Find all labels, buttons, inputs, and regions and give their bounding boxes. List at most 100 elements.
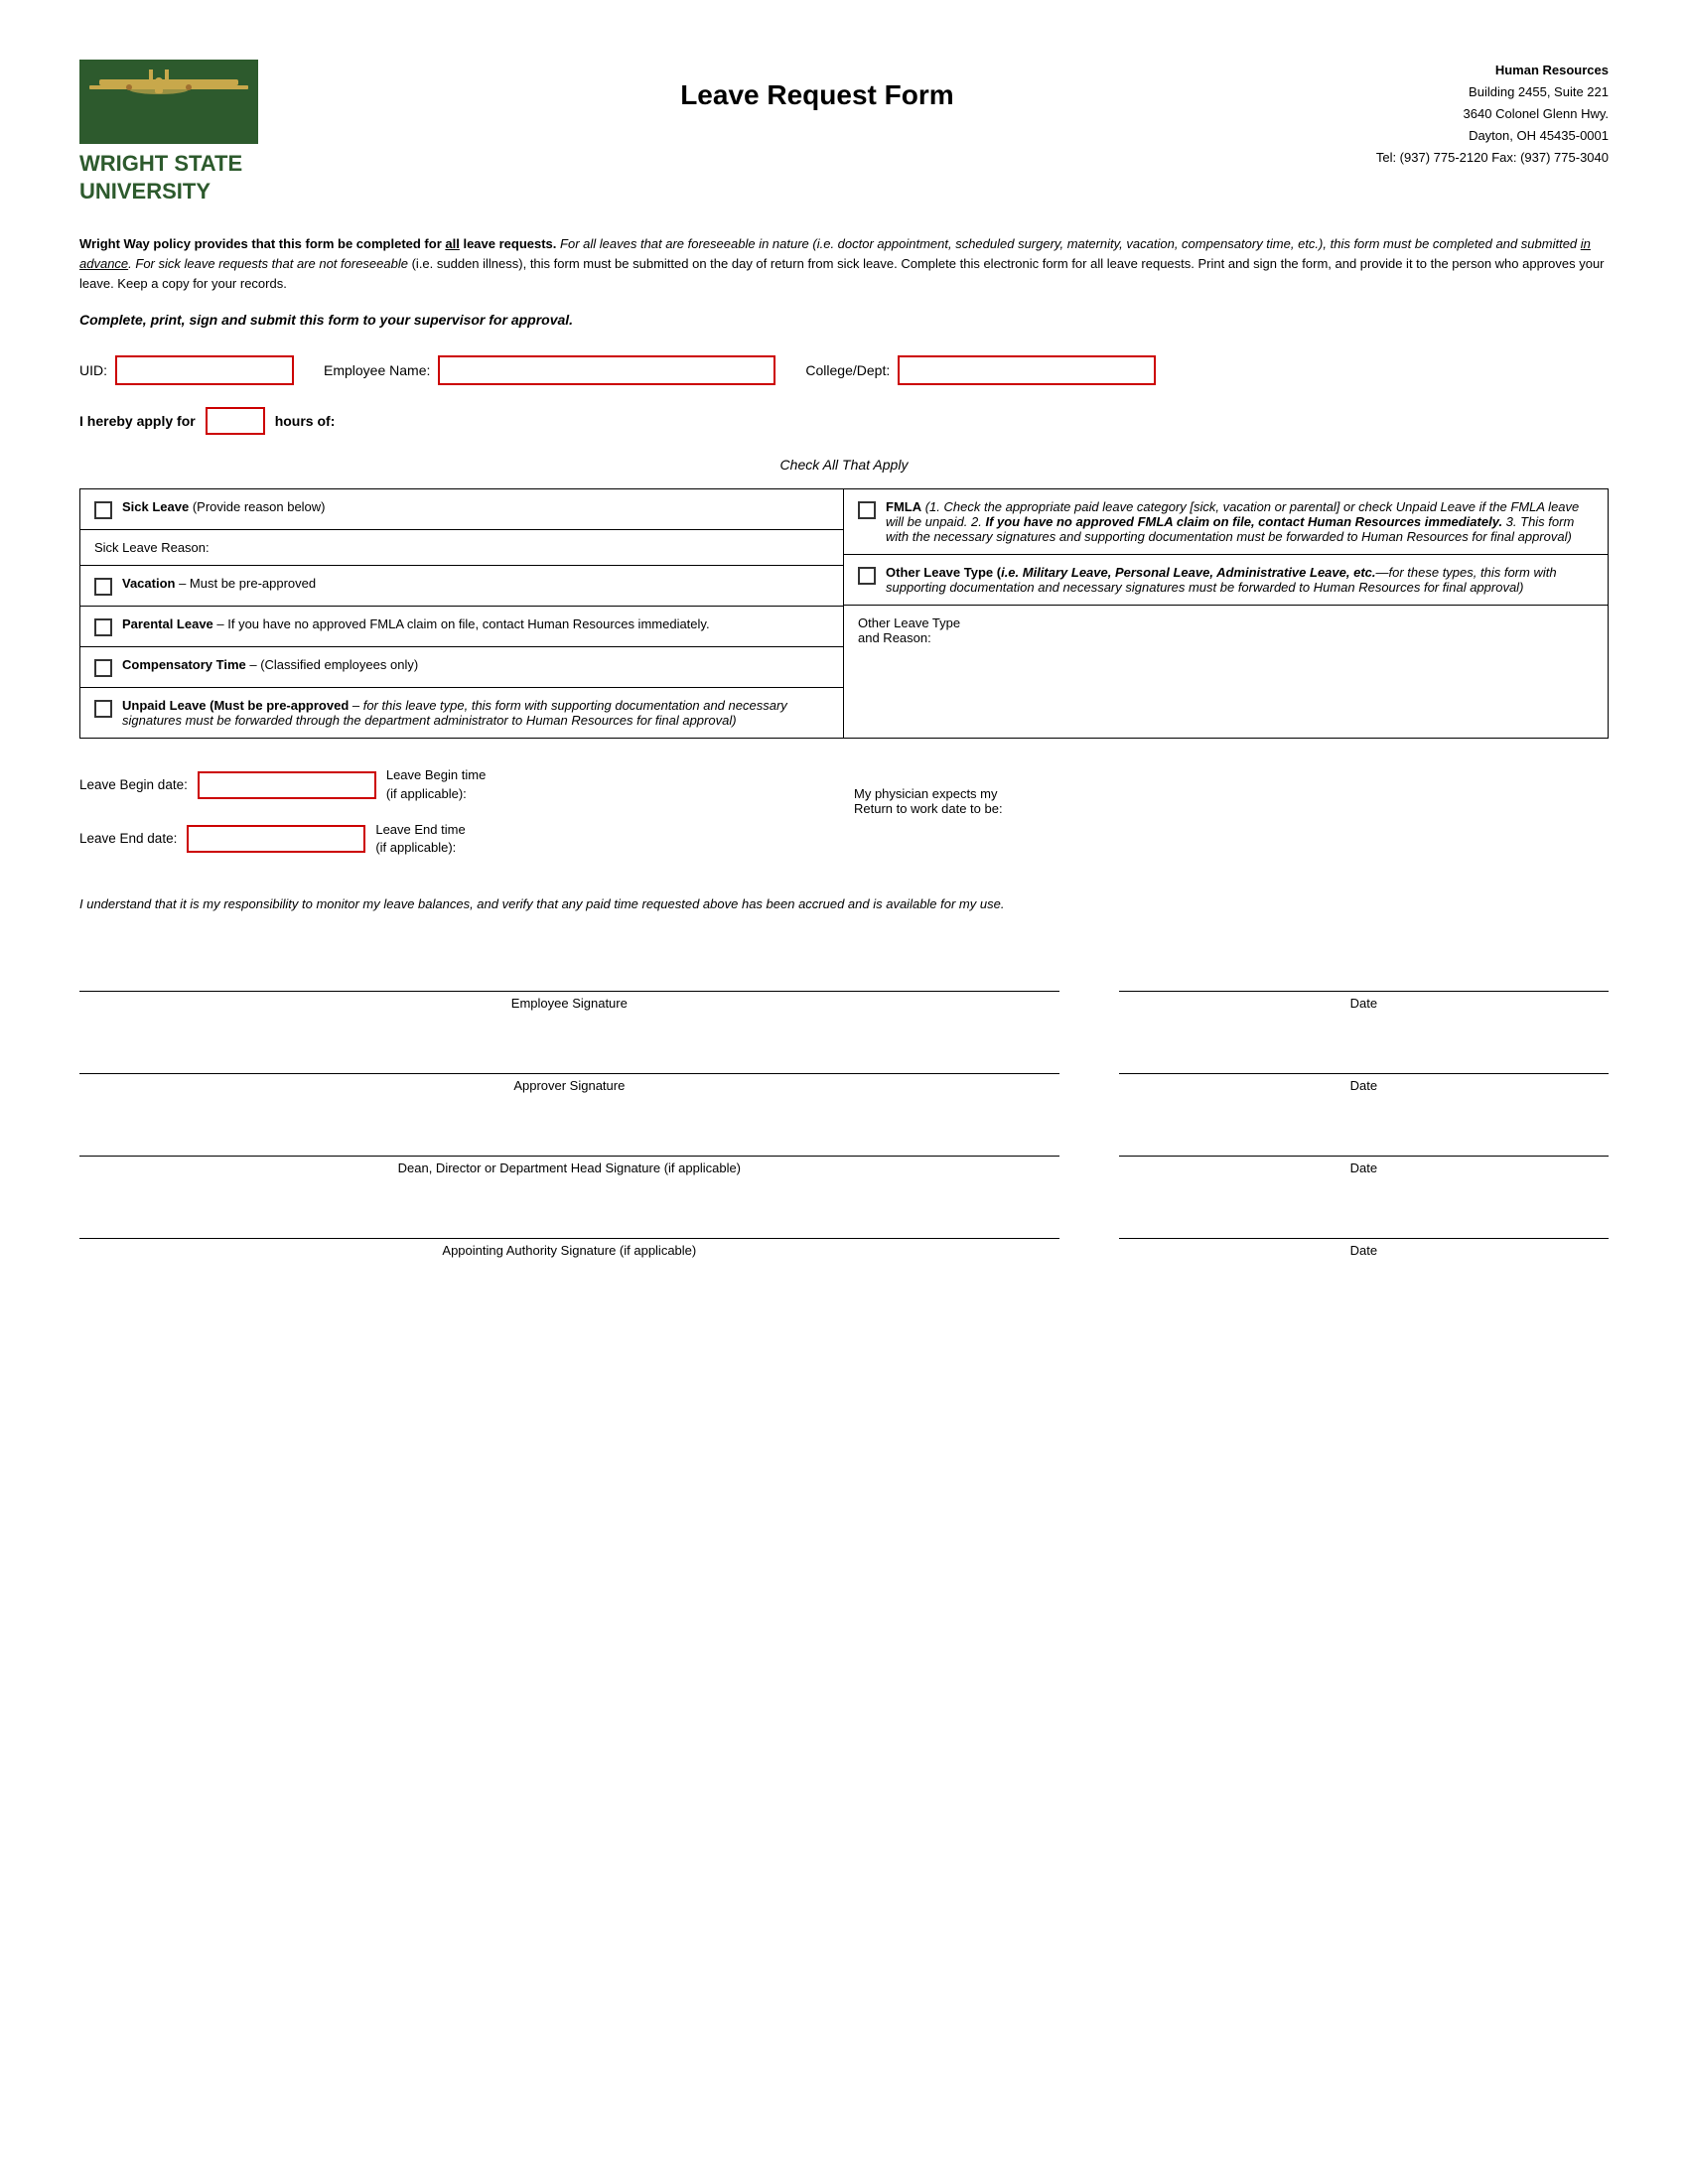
parental-leave-text: Parental Leave – If you have no approved… [122,616,710,631]
fmla-checkbox[interactable] [858,501,876,519]
employee-sig-label: Employee Signature [511,996,628,1011]
end-time-label: Leave End time(if applicable): [375,821,465,857]
parental-leave-checkbox[interactable] [94,618,112,636]
other-leave-text: Other Leave Type (i.e. Military Leave, P… [886,565,1594,595]
vacation-cell: Vacation – Must be pre-approved [80,566,843,607]
employee-sig-line [79,964,1059,992]
approver-sig-container: Approver Signature [79,1046,1059,1093]
emp-name-input[interactable] [438,355,775,385]
hours-row: I hereby apply for hours of: [79,407,1609,435]
hours-prefix: I hereby apply for [79,413,196,429]
sig-row-2: Approver Signature Date [79,1046,1609,1093]
form-title: Leave Request Form [258,79,1376,111]
sick-reason-cell: Sick Leave Reason: [80,530,843,566]
university-name: WRIGHT STATE UNIVERSITY [79,150,242,205]
parental-leave-cell: Parental Leave – If you have no approved… [80,607,843,647]
other-leave-checkbox[interactable] [858,567,876,585]
comp-time-text: Compensatory Time – (Classified employee… [122,657,418,672]
unpaid-leave-text: Unpaid Leave (Must be pre-approved – for… [122,698,829,728]
sig-row-4: Appointing Authority Signature (if appli… [79,1211,1609,1258]
hr-line2: 3640 Colonel Glenn Hwy. [1376,103,1609,125]
signature-section: Employee Signature Date Approver Signatu… [79,964,1609,1258]
appointing-sig-container: Appointing Authority Signature (if appli… [79,1211,1059,1258]
unpaid-leave-checkbox[interactable] [94,700,112,718]
hours-input[interactable] [206,407,265,435]
hr-dept: Human Resources [1376,60,1609,81]
emp-sig-date-line [1119,964,1609,992]
sig-row-1: Employee Signature Date [79,964,1609,1011]
appointing-sig-date-label: Date [1350,1243,1377,1258]
appointing-sig-date-line [1119,1211,1609,1239]
comp-time-checkbox[interactable] [94,659,112,677]
fmla-cell: FMLA (1. Check the appropriate paid leav… [844,489,1608,555]
sick-leave-checkbox[interactable] [94,501,112,519]
uid-input[interactable] [115,355,294,385]
hours-suffix: hours of: [275,413,336,429]
comp-time-cell: Compensatory Time – (Classified employee… [80,647,843,688]
policy-section: Wright Way policy provides that this for… [79,234,1609,294]
other-reason-cell: Other Leave Typeand Reason: [844,606,1608,705]
leave-end-date-input[interactable] [187,825,365,853]
uid-group: UID: [79,355,294,385]
leave-begin-row: Leave Begin date: Leave Begin time(if ap… [79,766,834,802]
fmla-text: FMLA (1. Check the appropriate paid leav… [886,499,1594,544]
form-title-area: Leave Request Form [258,60,1376,111]
emp-sig-date-container: Date [1119,964,1609,1011]
hr-info: Human Resources Building 2455, Suite 221… [1376,60,1609,169]
other-leave-cell: Other Leave Type (i.e. Military Leave, P… [844,555,1608,606]
other-reason-label: Other Leave Typeand Reason: [858,615,960,645]
date-left: Leave Begin date: Leave Begin time(if ap… [79,766,834,875]
wsu-logo-icon [79,60,258,144]
leave-end-label: Leave End date: [79,831,177,846]
approver-sig-line [79,1046,1059,1074]
policy-bold: Wright Way policy provides that this for… [79,236,556,251]
sick-leave-cell: Sick Leave (Provide reason below) [80,489,843,530]
vacation-checkbox[interactable] [94,578,112,596]
vacation-text: Vacation – Must be pre-approved [122,576,316,591]
hr-line1: Building 2455, Suite 221 [1376,81,1609,103]
approver-sig-date-label: Date [1350,1078,1377,1093]
dean-sig-date-line [1119,1129,1609,1157]
top-fields: UID: Employee Name: College/Dept: [79,355,1609,385]
approver-sig-date-container: Date [1119,1046,1609,1093]
page-header: WRIGHT STATE UNIVERSITY Leave Request Fo… [79,60,1609,205]
begin-time-label: Leave Begin time(if applicable): [386,766,486,802]
college-dept-group: College/Dept: [805,355,1156,385]
appointing-sig-date-container: Date [1119,1211,1609,1258]
dean-sig-container: Dean, Director or Department Head Signat… [79,1129,1059,1175]
college-dept-label: College/Dept: [805,362,890,378]
approver-sig-label: Approver Signature [513,1078,625,1093]
logo-area: WRIGHT STATE UNIVERSITY [79,60,258,205]
date-section: Leave Begin date: Leave Begin time(if ap… [79,766,1609,875]
leave-begin-date-input[interactable] [198,771,376,799]
uid-label: UID: [79,362,107,378]
physician-section: My physician expects myReturn to work da… [854,766,1609,875]
dean-sig-date-label: Date [1350,1160,1377,1175]
dean-sig-line [79,1129,1059,1157]
check-all-label: Check All That Apply [79,457,1609,473]
submit-instruction: Complete, print, sign and submit this fo… [79,312,1609,328]
sick-leave-text: Sick Leave (Provide reason below) [122,499,326,514]
emp-sig-date-label: Date [1350,996,1377,1011]
appointing-sig-line [79,1211,1059,1239]
unpaid-leave-cell: Unpaid Leave (Must be pre-approved – for… [80,688,843,738]
approver-sig-date-line [1119,1046,1609,1074]
employee-sig-container: Employee Signature [79,964,1059,1011]
sick-reason-label: Sick Leave Reason: [94,540,210,555]
appointing-sig-label: Appointing Authority Signature (if appli… [442,1243,696,1258]
leave-options-grid: Sick Leave (Provide reason below) Sick L… [79,488,1609,739]
hr-line4: Tel: (937) 775-2120 Fax: (937) 775-3040 [1376,147,1609,169]
disclaimer: I understand that it is my responsibilit… [79,894,1609,914]
leave-right-col: FMLA (1. Check the appropriate paid leav… [844,489,1608,738]
sig-row-3: Dean, Director or Department Head Signat… [79,1129,1609,1175]
leave-begin-label: Leave Begin date: [79,777,188,792]
dean-sig-date-container: Date [1119,1129,1609,1175]
emp-name-group: Employee Name: [324,355,775,385]
hr-line3: Dayton, OH 45435-0001 [1376,125,1609,147]
leave-end-row: Leave End date: Leave End time(if applic… [79,821,834,857]
physician-label: My physician expects myReturn to work da… [854,786,1003,816]
leave-left-col: Sick Leave (Provide reason below) Sick L… [80,489,844,738]
college-dept-input[interactable] [898,355,1156,385]
policy-italic1: For all leaves that are foreseeable in n… [560,236,1581,251]
dean-sig-label: Dean, Director or Department Head Signat… [398,1160,741,1175]
